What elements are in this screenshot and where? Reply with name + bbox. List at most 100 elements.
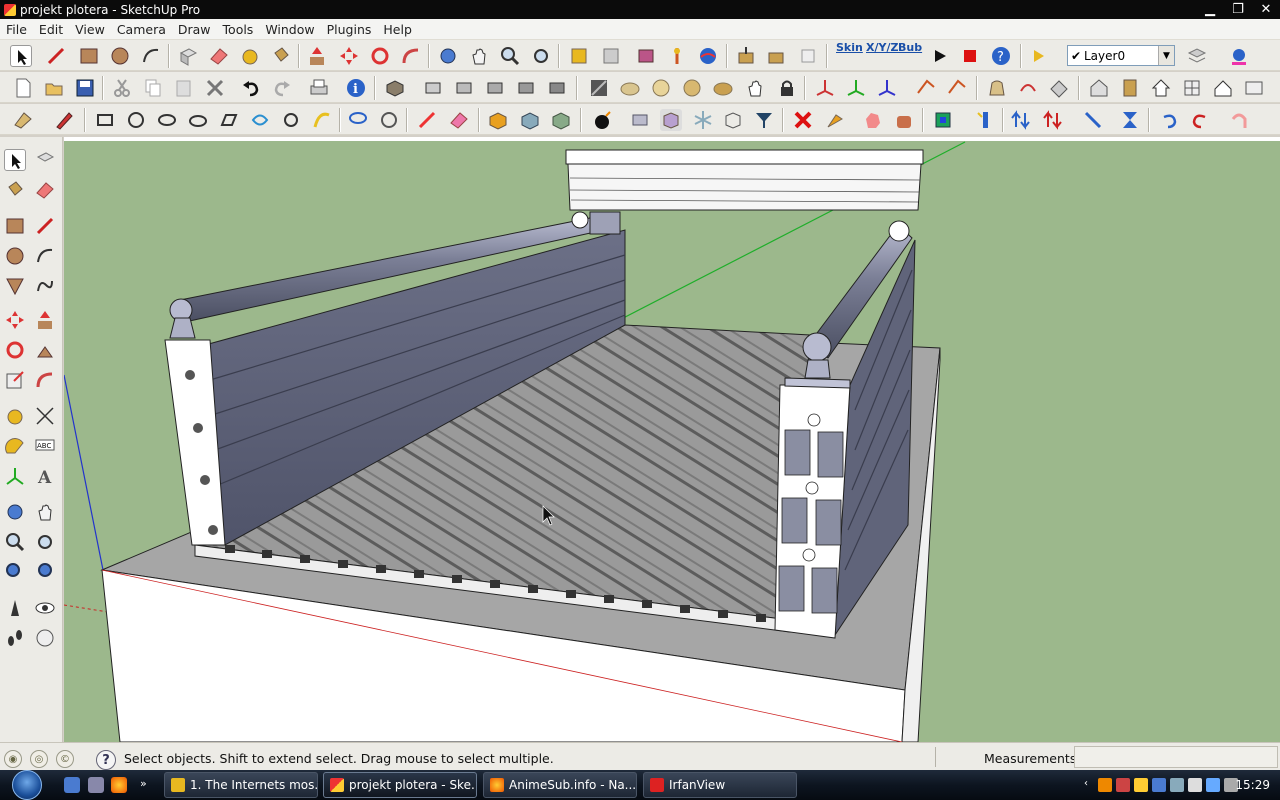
side-circle-icon[interactable] — [4, 245, 26, 267]
left-view-icon[interactable] — [546, 77, 568, 99]
add-location-icon[interactable] — [666, 45, 688, 67]
roof-icon[interactable] — [1212, 77, 1234, 99]
model-info-icon[interactable]: i — [345, 77, 367, 99]
circle-tool-icon[interactable] — [109, 45, 131, 67]
side-orbit-icon[interactable] — [4, 501, 26, 523]
move-up-down-icon[interactable] — [1010, 109, 1032, 131]
section-plane-icon[interactable] — [915, 77, 937, 99]
follow-me-icon[interactable] — [400, 45, 422, 67]
push-pull-icon[interactable] — [306, 45, 328, 67]
model-viewport[interactable] — [64, 137, 1280, 742]
side-line-icon[interactable] — [34, 215, 56, 237]
wire-box-icon[interactable] — [722, 109, 744, 131]
shape-tool-3-icon[interactable] — [156, 109, 178, 131]
menu-edit[interactable]: Edit — [33, 22, 69, 37]
layer-dropdown[interactable]: ✔ Layer0 ▼ — [1067, 45, 1175, 66]
stop-icon[interactable] — [959, 45, 981, 67]
menu-draw[interactable]: Draw — [172, 22, 217, 37]
maximize-button[interactable]: ❐ — [1224, 0, 1252, 19]
shape-tool-2-icon[interactable] — [125, 109, 147, 131]
side-walk-icon[interactable] — [4, 627, 26, 649]
window-icon[interactable] — [1181, 77, 1203, 99]
funnel-icon[interactable] — [753, 109, 775, 131]
taskbar-clock[interactable]: 15:29 — [1235, 778, 1270, 792]
side-protractor-icon[interactable] — [4, 435, 26, 457]
xray-icon[interactable] — [588, 77, 610, 99]
task-animesub[interactable]: AnimeSub.info - Na... — [483, 772, 637, 798]
shape-tool-8-icon[interactable] — [311, 109, 333, 131]
side-zoom-window-icon[interactable] — [34, 531, 56, 553]
menu-window[interactable]: Window — [259, 22, 320, 37]
rectangle-tool-icon[interactable] — [78, 45, 100, 67]
credits-icon[interactable]: ◎ — [30, 750, 48, 768]
tray-app-icon[interactable] — [1098, 778, 1112, 792]
tray-app-icon[interactable] — [1116, 778, 1130, 792]
geo-location-icon[interactable]: ◉ — [4, 750, 22, 768]
side-axes-icon[interactable] — [4, 465, 26, 487]
erase-delete-icon[interactable] — [204, 77, 226, 99]
eraser-plugin-icon[interactable] — [448, 109, 470, 131]
house-building-icon[interactable] — [1088, 77, 1110, 99]
pencil-plugin-icon[interactable] — [53, 109, 75, 131]
diagonal-arrow-icon[interactable] — [1082, 109, 1104, 131]
orbit-tool-icon[interactable] — [437, 45, 459, 67]
right-view-icon[interactable] — [484, 77, 506, 99]
v-axis-icon[interactable] — [845, 77, 867, 99]
undo-icon[interactable] — [240, 77, 262, 99]
sandbox-contours-icon[interactable] — [986, 77, 1008, 99]
side-move-icon[interactable] — [4, 309, 26, 331]
quicklaunch-overflow[interactable]: » — [140, 777, 152, 793]
component-tool-icon[interactable] — [629, 109, 651, 131]
back-view-icon[interactable] — [515, 77, 537, 99]
menu-file[interactable]: File — [0, 22, 33, 37]
pink-arrow-icon[interactable] — [1228, 109, 1250, 131]
side-eraser-icon[interactable] — [34, 179, 56, 201]
save-icon[interactable] — [74, 77, 96, 99]
pink-hand-icon[interactable] — [862, 109, 884, 131]
tray-chevron-icon[interactable]: ‹ — [1084, 778, 1094, 792]
side-followme-icon[interactable] — [34, 339, 56, 361]
network-icon[interactable] — [1188, 778, 1202, 792]
tape-measure-icon[interactable] — [239, 45, 261, 67]
side-select-icon[interactable] — [4, 149, 26, 171]
side-position-camera-icon[interactable] — [4, 597, 26, 619]
pan-tool-icon[interactable] — [468, 45, 490, 67]
side-freehand-icon[interactable] — [34, 275, 56, 297]
box-tool-icon[interactable] — [660, 109, 682, 131]
copy-icon[interactable] — [142, 77, 164, 99]
xyz-plugin-button[interactable]: X/Y/Z — [866, 41, 898, 65]
side-3dtext-icon[interactable]: A — [34, 465, 56, 488]
shape-tool-4-icon[interactable] — [187, 109, 209, 131]
shape-tool-7-icon[interactable] — [280, 109, 302, 131]
hand-interact-icon[interactable] — [744, 77, 766, 99]
menu-help[interactable]: Help — [377, 22, 418, 37]
side-pushpull-icon[interactable] — [34, 309, 56, 331]
menu-camera[interactable]: Camera — [111, 22, 172, 37]
task-irfanview[interactable]: IrfanView — [643, 772, 797, 798]
n-axis-icon[interactable] — [876, 77, 898, 99]
warehouse-get-icon[interactable] — [735, 45, 757, 67]
hidden-line-style-icon[interactable] — [650, 77, 672, 99]
tray-app-icon[interactable] — [1170, 778, 1184, 792]
move-red-arrows-icon[interactable] — [1042, 109, 1064, 131]
shaded-style-icon[interactable] — [681, 77, 703, 99]
side-scale-icon[interactable] — [4, 369, 26, 391]
solid-tools-2-icon[interactable] — [519, 109, 541, 131]
eraser-tool-icon[interactable] — [208, 45, 230, 67]
wall-icon[interactable] — [1243, 77, 1265, 99]
side-tape-icon[interactable] — [4, 405, 26, 427]
task-internets[interactable]: 1. The Internets mos... — [164, 772, 318, 798]
google-earth-icon[interactable] — [697, 45, 719, 67]
photo-textures-icon[interactable] — [635, 45, 657, 67]
help-icon[interactable]: ? — [96, 750, 116, 770]
component-share-icon[interactable] — [797, 45, 819, 67]
bomb-icon[interactable] — [592, 109, 614, 131]
side-paint-icon[interactable] — [4, 179, 26, 201]
sandbox-scratch-icon[interactable] — [1017, 77, 1039, 99]
side-component-icon[interactable] — [34, 149, 56, 171]
side-text-icon[interactable]: ABC — [34, 435, 56, 457]
line-tool-icon[interactable] — [45, 45, 67, 67]
start-button[interactable] — [6, 770, 48, 800]
open-file-icon[interactable] — [43, 77, 65, 99]
side-section-icon[interactable] — [34, 627, 56, 649]
